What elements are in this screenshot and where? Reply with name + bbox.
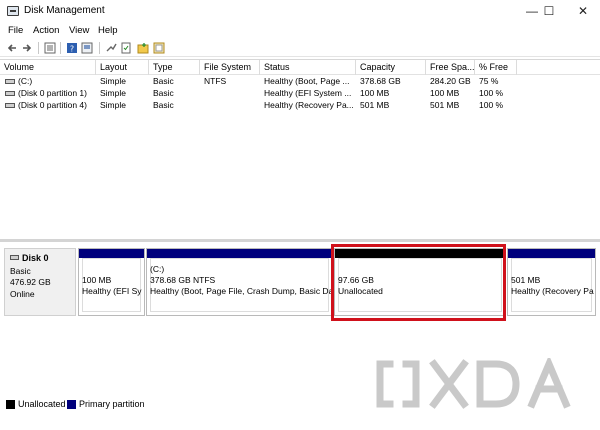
volume-status: Healthy (Boot, Page ...	[264, 76, 350, 86]
volume-status: Healthy (EFI System ...	[264, 88, 352, 98]
window-title: Disk Management	[24, 5, 105, 16]
refresh-icon[interactable]	[120, 42, 132, 54]
partition-bar	[147, 249, 332, 258]
svg-text:?: ?	[70, 45, 74, 54]
partition-status: Healthy (Boot, Page File, Crash Dump, Ba…	[150, 286, 334, 296]
partition-efi[interactable]: 100 MB Healthy (EFI Sy	[78, 248, 145, 316]
partition-size: 378.68 GB NTFS	[150, 275, 216, 285]
toolbar-separator	[99, 42, 100, 54]
volume-name: (Disk 0 partition 1)	[18, 88, 87, 98]
volume-free-space: 284.20 GB	[430, 76, 471, 86]
toolbar-separator	[60, 42, 61, 54]
help-icon[interactable]: ?	[66, 42, 78, 54]
volume-status: Healthy (Recovery Pa...	[264, 100, 354, 110]
column-header-file-system[interactable]: File System	[200, 60, 260, 75]
volume-capacity: 378.68 GB	[360, 76, 401, 86]
volume-file-system: NTFS	[204, 76, 227, 86]
table-row[interactable]: (Disk 0 partition 1) Simple Basic Health…	[0, 88, 600, 100]
volume-name: (Disk 0 partition 4)	[18, 100, 87, 110]
toolbar: ?	[0, 39, 600, 57]
volume-list: Volume Layout Type File System Status Ca…	[0, 59, 600, 239]
partition-c[interactable]: (C:) 378.68 GB NTFS Healthy (Boot, Page …	[146, 248, 333, 316]
menu-view[interactable]: View	[69, 25, 89, 36]
volume-free-space: 501 MB	[430, 100, 460, 110]
legend-label-unallocated: Unallocated	[18, 399, 66, 409]
unallocated-highlight-box	[331, 244, 506, 321]
column-header-free-space[interactable]: Free Spa...	[426, 60, 475, 75]
partition-bar	[508, 249, 595, 258]
volume-list-header: Volume Layout Type File System Status Ca…	[0, 60, 600, 75]
volume-percent-free: 100 %	[479, 100, 504, 110]
column-header-type[interactable]: Type	[149, 60, 200, 75]
table-row[interactable]: (C:) Simple Basic NTFS Healthy (Boot, Pa…	[0, 76, 600, 88]
partition-size: 100 MB	[82, 275, 112, 285]
disk-label[interactable]: Disk 0 Basic 476.92 GB Online	[4, 248, 76, 316]
partition-body	[82, 258, 141, 312]
legend-label-primary: Primary partition	[79, 399, 145, 409]
disk-name: Disk 0	[22, 253, 49, 263]
volume-capacity: 100 MB	[360, 88, 390, 98]
partition-label: (C:)	[150, 264, 165, 274]
drive-icon	[5, 79, 15, 84]
column-header-volume[interactable]: Volume	[0, 60, 96, 75]
partition-body	[511, 258, 592, 312]
close-button[interactable]: ✕	[566, 0, 600, 22]
volume-name: (C:)	[18, 76, 33, 86]
connect-icon[interactable]	[105, 42, 117, 54]
volume-type: Basic	[153, 88, 174, 98]
partition-status: Healthy (EFI Sy	[82, 286, 142, 296]
column-header-layout[interactable]: Layout	[96, 60, 149, 75]
volume-percent-free: 100 %	[479, 88, 504, 98]
volume-type: Basic	[153, 76, 174, 86]
volume-percent-free: 75 %	[479, 76, 499, 86]
title-bar: Disk Management — ☐ ✕	[0, 0, 600, 22]
partition-recovery[interactable]: 501 MB Healthy (Recovery Pa	[507, 248, 596, 316]
disk-management-icon	[7, 6, 19, 16]
volume-file-system	[204, 88, 259, 100]
menu-file[interactable]: File	[8, 25, 23, 36]
menu-action[interactable]: Action	[33, 25, 59, 36]
disk-row[interactable]: Disk 0 Basic 476.92 GB Online 100 MB Hea…	[0, 248, 600, 316]
partition-bar	[79, 249, 144, 258]
volume-layout: Simple	[100, 100, 126, 110]
volume-file-system	[204, 100, 259, 112]
folder-icon[interactable]	[137, 42, 149, 54]
partition-status: Healthy (Recovery Pa	[511, 286, 594, 296]
legend-swatch-primary	[67, 400, 76, 409]
disk-icon	[10, 255, 19, 260]
settings-icon[interactable]	[153, 42, 165, 54]
column-header-status[interactable]: Status	[260, 60, 356, 75]
column-header-capacity[interactable]: Capacity	[356, 60, 426, 75]
volume-free-space: 100 MB	[430, 88, 460, 98]
partition-size: 501 MB	[511, 275, 541, 285]
toolbar-separator	[38, 42, 39, 54]
partition-body	[150, 258, 329, 312]
back-arrow-icon[interactable]	[6, 42, 18, 54]
legend: Unallocated Primary partition	[0, 396, 600, 412]
menu-bar: File Action View Help	[0, 22, 600, 39]
forward-arrow-icon[interactable]	[21, 42, 33, 54]
legend-swatch-unallocated	[6, 400, 15, 409]
disk-status: Online	[10, 289, 35, 299]
maximize-button[interactable]: ☐	[532, 0, 566, 22]
volume-layout: Simple	[100, 76, 126, 86]
column-header-percent-free[interactable]: % Free	[475, 60, 517, 75]
drive-icon	[5, 103, 15, 108]
properties-icon[interactable]	[81, 42, 93, 54]
menu-help[interactable]: Help	[98, 25, 118, 36]
volume-type: Basic	[153, 100, 174, 110]
list-view-icon[interactable]	[44, 42, 56, 54]
volume-layout: Simple	[100, 88, 126, 98]
volume-capacity: 501 MB	[360, 100, 390, 110]
disk-type: Basic	[10, 266, 31, 276]
drive-icon	[5, 91, 15, 96]
disk-size: 476.92 GB	[10, 277, 51, 287]
table-row[interactable]: (Disk 0 partition 4) Simple Basic Health…	[0, 100, 600, 112]
